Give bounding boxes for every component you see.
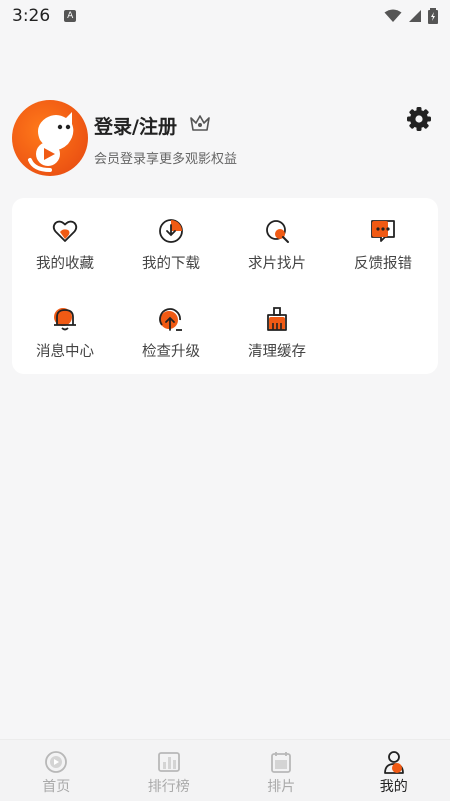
login-register-link[interactable]: 登录/注册 xyxy=(94,112,177,139)
upgrade-icon xyxy=(159,308,182,331)
tab-ranking[interactable]: 排行榜 xyxy=(113,740,226,801)
tab-schedule[interactable]: 排片 xyxy=(225,740,338,801)
home-icon xyxy=(45,751,68,773)
heart-icon xyxy=(52,220,78,242)
menu-item-favorites[interactable]: 我的收藏 xyxy=(12,198,118,278)
menu-label: 我的收藏 xyxy=(36,256,94,272)
status-time: 3:26 xyxy=(12,6,51,26)
notification-icon: A xyxy=(64,10,77,22)
profile-icon xyxy=(383,751,404,774)
bottom-tab-bar: 首页 排行榜 排片 我的 xyxy=(0,739,450,801)
menu-label: 清理缓存 xyxy=(248,344,306,360)
menu-label: 检查升级 xyxy=(142,344,200,360)
schedule-icon xyxy=(271,752,292,773)
tab-label: 排片 xyxy=(267,779,296,795)
bell-icon xyxy=(54,308,76,331)
signal-icon xyxy=(409,10,421,22)
menu-item-feedback[interactable]: 反馈报错 xyxy=(330,198,436,278)
tab-label: 排行榜 xyxy=(147,779,190,795)
menu-item-messages[interactable]: 消息中心 xyxy=(12,286,118,366)
menu-item-check-update[interactable]: 检查升级 xyxy=(118,286,224,366)
download-icon xyxy=(159,219,183,243)
member-subtitle: 会员登录享更多观影权益 xyxy=(94,152,238,167)
menu-label: 消息中心 xyxy=(36,344,94,360)
menu-label: 反馈报错 xyxy=(354,256,412,272)
menu-label: 求片找片 xyxy=(248,256,306,272)
tab-home[interactable]: 首页 xyxy=(0,740,113,801)
gear-icon[interactable] xyxy=(406,106,432,132)
menu-item-clear-cache[interactable]: 清理缓存 xyxy=(224,286,330,366)
tab-label: 我的 xyxy=(379,779,408,795)
tab-label: 首页 xyxy=(42,779,71,795)
clean-icon xyxy=(267,307,287,331)
ranking-icon xyxy=(157,752,180,772)
search-film-icon xyxy=(266,220,289,243)
menu-label: 我的下载 xyxy=(142,256,200,272)
battery-icon xyxy=(428,8,438,24)
menu-item-request-film[interactable]: 求片找片 xyxy=(224,198,330,278)
avatar-cat-play-icon[interactable] xyxy=(12,100,88,176)
wifi-icon xyxy=(384,9,402,22)
profile-header[interactable]: 登录/注册 会员登录享更多观影权益 xyxy=(12,100,438,176)
status-icons xyxy=(384,8,438,24)
tab-profile[interactable]: 我的 xyxy=(338,740,450,801)
crown-icon xyxy=(190,115,210,131)
feedback-icon xyxy=(371,220,395,242)
menu-card: 我的收藏 我的下载 求片找片 反馈报错 消息中心 检查升级 清理缓存 xyxy=(12,198,438,374)
menu-item-downloads[interactable]: 我的下载 xyxy=(118,198,224,278)
status-bar: 3:26 A xyxy=(0,0,450,32)
